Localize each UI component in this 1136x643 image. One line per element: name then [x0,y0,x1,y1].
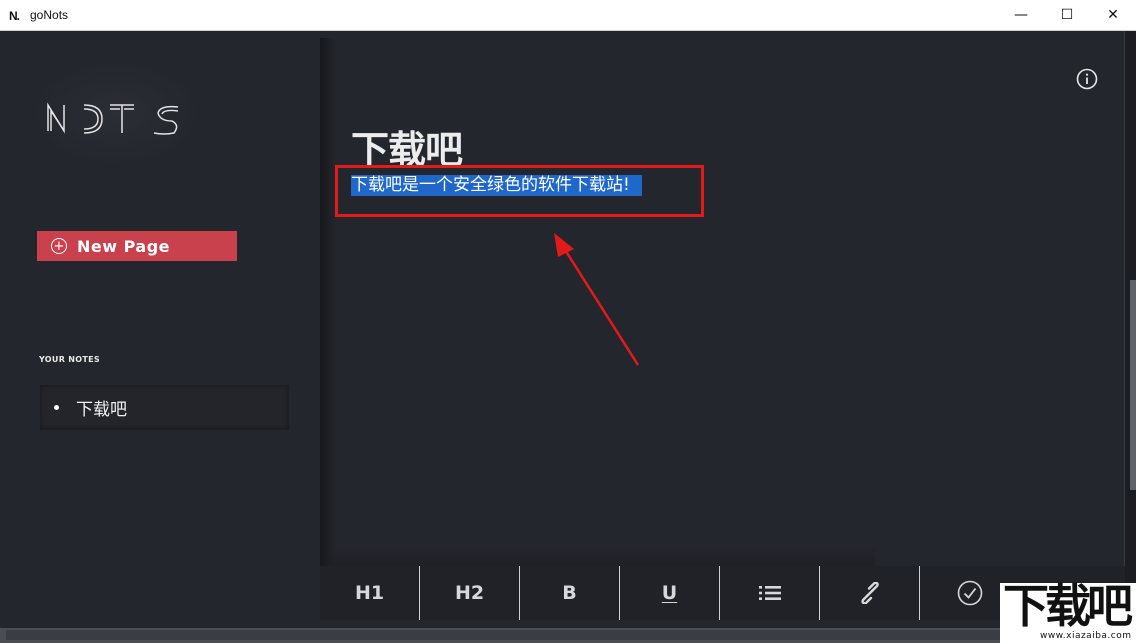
minimize-button[interactable]: — [998,0,1044,30]
toolbar-shadow [330,545,875,567]
h2-label: H2 [454,582,485,604]
list-icon [758,586,781,600]
window-title: goNots [30,8,69,22]
vertical-scroll-thumb[interactable] [1130,280,1136,490]
bullet-icon [54,405,59,410]
nots-logo-mark [47,102,179,135]
link-icon [860,582,879,604]
underline-button[interactable]: U [620,566,720,620]
watermark-url: www.xiazaiba.com [1040,631,1132,641]
note-label: 下载吧 [76,400,127,420]
annotation-box [335,165,704,217]
new-page-button[interactable]: + New Page [37,231,237,261]
maximize-button[interactable]: ☐ [1044,0,1090,30]
link-button[interactable] [820,566,920,620]
horizontal-scroll-thumb[interactable] [6,630,1006,640]
info-icon[interactable] [1076,68,1098,90]
heading2-button[interactable]: H2 [420,566,520,620]
heading1-button[interactable]: H1 [320,566,420,620]
note-list-item[interactable]: 下载吧 [40,385,289,430]
list-button[interactable] [720,566,820,620]
plus-circle-icon: + [51,238,67,254]
new-page-label: New Page [77,236,170,256]
app-icon: N. [9,9,20,23]
sidebar-divider [320,38,336,618]
annotation-arrow [554,233,640,366]
notes-heading: YOUR NOTES [39,355,100,364]
watermark-logo: 下载吧 [1003,579,1133,633]
bold-label: B [562,582,577,604]
close-button[interactable]: ✕ [1090,0,1136,30]
bold-button[interactable]: B [520,566,620,620]
nots-logo [36,63,196,163]
h1-label: H1 [354,582,385,604]
title-bar: N. goNots — ☐ ✕ [0,0,1136,31]
underline-label: U [661,582,678,604]
check-circle-icon [957,580,983,606]
